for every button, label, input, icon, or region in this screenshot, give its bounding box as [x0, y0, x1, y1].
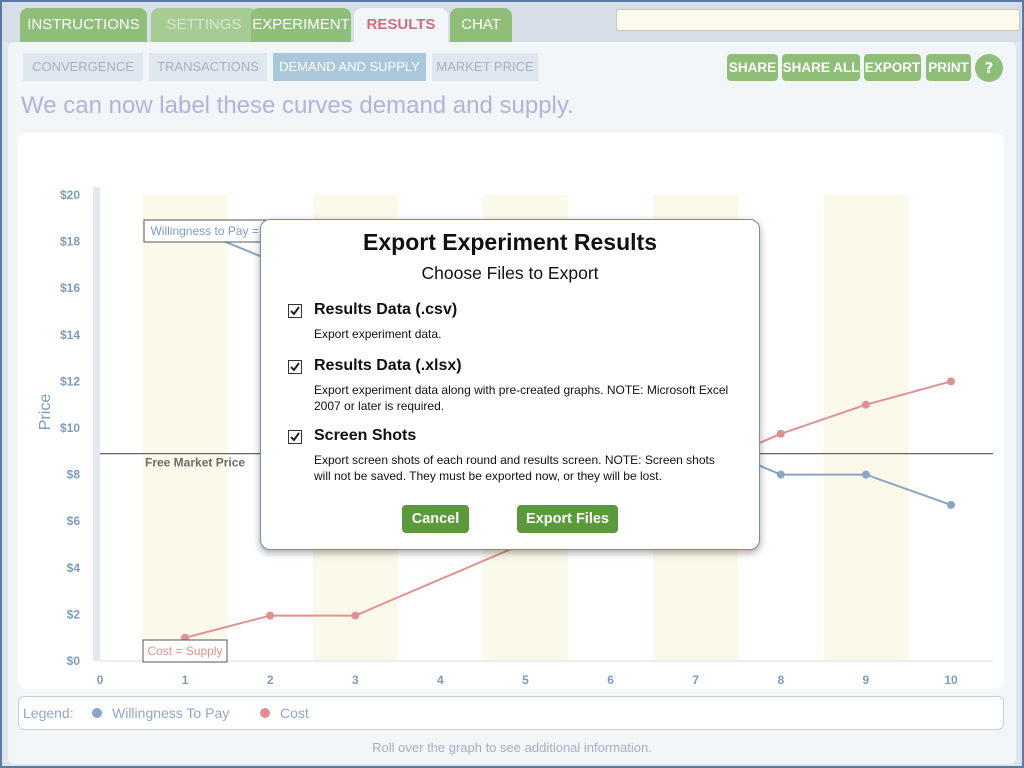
cancel-button[interactable]: Cancel — [402, 505, 469, 533]
demand-point — [861, 470, 870, 479]
tab-results[interactable]: RESULTS — [354, 8, 448, 44]
x-tick-label: 6 — [607, 673, 614, 687]
y-tick-label: $10 — [60, 421, 80, 435]
x-tick-label: 7 — [692, 673, 699, 687]
checkmark-icon — [290, 306, 300, 316]
y-tick-label: $2 — [67, 607, 81, 621]
x-tick-label: 10 — [944, 673, 958, 687]
tab-experiment[interactable]: EXPERIMENT — [251, 8, 351, 42]
legend-dot-cost — [260, 708, 270, 718]
x-tick-label: 0 — [97, 673, 104, 687]
tab-instructions[interactable]: INSTRUCTIONS — [20, 8, 147, 42]
y-tick-label: $14 — [60, 328, 80, 342]
csv-checkbox[interactable] — [288, 304, 302, 318]
footer-hint: Roll over the graph to see additional in… — [372, 740, 652, 755]
csv-description: Export experiment data. — [314, 327, 442, 341]
y-tick-label: $20 — [60, 188, 80, 202]
subtab-market-price[interactable]: MARKET PRICE — [432, 53, 538, 81]
y-tick-label: $4 — [67, 561, 81, 575]
supply-point — [861, 400, 870, 409]
search-input[interactable] — [616, 9, 1020, 31]
legend-dot-willingness — [92, 708, 102, 718]
x-tick-label: 2 — [267, 673, 274, 687]
page-headline: We can now label these curves demand and… — [21, 92, 574, 119]
x-tick-label: 8 — [777, 673, 784, 687]
x-tick-label: 5 — [522, 673, 529, 687]
chart-legend: Legend: Willingness To Pay Cost — [18, 696, 1004, 730]
share-button[interactable]: SHARE — [727, 54, 778, 81]
xlsx-label[interactable]: Results Data (.xlsx) — [314, 357, 462, 375]
supply-point — [776, 429, 785, 438]
help-button[interactable]: ? — [975, 54, 1003, 82]
demand-point — [947, 500, 955, 509]
y-tick-label: $8 — [67, 468, 81, 482]
y-axis-label: Price — [37, 394, 54, 431]
column-band — [823, 195, 909, 661]
column-band — [142, 195, 228, 661]
y-axis-strip — [93, 187, 100, 661]
checkmark-icon — [290, 362, 300, 372]
legend-item-cost: Cost — [280, 705, 309, 721]
y-tick-label: $0 — [67, 654, 81, 668]
screenshots-label[interactable]: Screen Shots — [314, 427, 416, 445]
demand-point — [776, 470, 785, 479]
supply-point — [351, 611, 360, 620]
y-tick-label: $6 — [67, 514, 81, 528]
export-button[interactable]: EXPORT — [864, 54, 921, 81]
dialog-subtitle: Choose Files to Export — [421, 263, 599, 283]
csv-label[interactable]: Results Data (.csv) — [314, 301, 457, 319]
x-tick-label: 4 — [437, 673, 444, 687]
subtab-convergence[interactable]: CONVERGENCE — [23, 53, 143, 81]
supply-point — [266, 611, 275, 620]
x-tick-label: 9 — [863, 673, 870, 687]
y-tick-label: $18 — [60, 235, 80, 249]
y-tick-label: $12 — [60, 374, 80, 388]
dialog-title: Export Experiment Results — [363, 229, 657, 255]
supply-point — [947, 377, 955, 386]
xlsx-description: Export experiment data along with pre-cr… — [314, 383, 729, 413]
export-files-button[interactable]: Export Files — [517, 505, 618, 533]
print-button[interactable]: PRINT — [926, 54, 971, 81]
export-dialog: Export Experiment Results Choose Files t… — [260, 219, 760, 550]
supply-label: Cost = Supply — [147, 644, 222, 658]
free-market-price-label: Free Market Price — [145, 456, 245, 470]
x-tick-label: 3 — [352, 673, 359, 687]
share-all-button[interactable]: SHARE ALL — [782, 54, 860, 81]
tab-chat[interactable]: CHAT — [450, 8, 512, 42]
x-tick-label: 1 — [182, 673, 189, 687]
checkmark-icon — [290, 432, 300, 442]
tab-settings[interactable]: SETTINGS — [151, 8, 257, 42]
xlsx-checkbox[interactable] — [288, 360, 302, 374]
legend-item-willingness: Willingness To Pay — [112, 705, 230, 721]
screenshots-description: Export screen shots of each round and re… — [314, 453, 715, 483]
subtab-demand-and-supply[interactable]: DEMAND AND SUPPLY — [273, 53, 426, 81]
subtab-transactions[interactable]: TRANSACTIONS — [149, 53, 267, 81]
legend-title: Legend: — [23, 705, 74, 721]
y-tick-label: $16 — [60, 281, 80, 295]
top-tab-bar: INSTRUCTIONS SETTINGS EXPERIMENT RESULTS… — [2, 2, 1022, 44]
screenshots-checkbox[interactable] — [288, 430, 302, 444]
